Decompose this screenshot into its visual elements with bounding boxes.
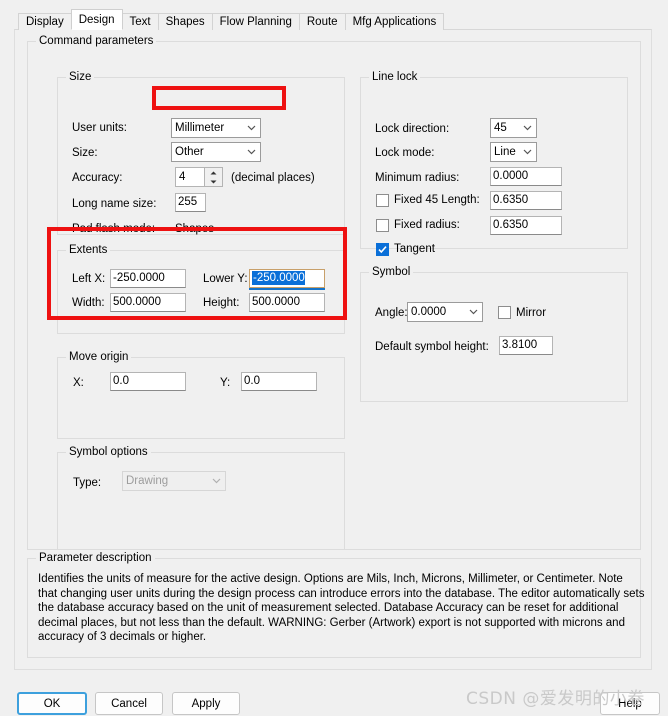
tab-flow-planning[interactable]: Flow Planning [212, 13, 300, 30]
tangent-checkbox[interactable] [376, 243, 389, 256]
tab-route[interactable]: Route [299, 13, 346, 30]
chevron-down-icon [519, 149, 536, 155]
chevron-down-icon [465, 309, 482, 315]
line-lock-group-label: Line lock [369, 71, 420, 83]
lock-mode-combo[interactable]: Line [490, 142, 537, 162]
height-label: Height: [203, 297, 239, 309]
size-label: Size: [72, 147, 98, 159]
lock-mode-value: Line [494, 146, 519, 158]
spinner-up-icon[interactable] [205, 168, 222, 177]
lock-direction-value: 45 [494, 122, 519, 134]
move-origin-group-label: Move origin [66, 351, 131, 363]
chevron-down-icon [243, 125, 260, 131]
tab-design[interactable]: Design [71, 9, 123, 30]
user-units-combo[interactable]: Millimeter [171, 118, 261, 138]
mirror-label: Mirror [516, 307, 546, 319]
size-group-label: Size [66, 71, 94, 83]
symbol-group: Symbol [360, 272, 628, 402]
symbol-type-combo[interactable]: Drawing [122, 471, 226, 491]
tab-text[interactable]: Text [122, 13, 159, 30]
lock-mode-label: Lock mode: [375, 147, 434, 159]
fixed-45-length-input[interactable]: 0.6350 [490, 191, 562, 210]
lock-direction-combo[interactable]: 45 [490, 118, 537, 138]
apply-button[interactable]: Apply [172, 692, 240, 715]
move-origin-y-label: Y: [220, 377, 230, 389]
left-x-input[interactable]: -250.0000 [110, 269, 186, 288]
symbol-options-group: Symbol options [57, 452, 345, 550]
move-origin-x-input[interactable]: 0.0 [110, 372, 186, 391]
pad-flash-mode-label: Pad flash mode: [72, 223, 155, 235]
user-units-label: User units: [72, 122, 127, 134]
fixed-radius-checkbox[interactable] [376, 219, 389, 232]
default-symbol-height-label: Default symbol height: [375, 341, 489, 353]
parameter-description-group: Parameter description Identifies the uni… [27, 558, 641, 658]
lock-direction-label: Lock direction: [375, 123, 449, 135]
pad-flash-mode-value: Shapes [175, 223, 214, 235]
height-input[interactable]: 500.0000 [249, 293, 325, 312]
tab-shapes[interactable]: Shapes [158, 13, 213, 30]
left-x-label: Left X: [72, 273, 105, 285]
long-name-size-label: Long name size: [72, 198, 156, 210]
extents-group: Extents [57, 250, 345, 334]
lower-y-label: Lower Y: [203, 273, 248, 285]
accuracy-spin-buttons[interactable] [205, 167, 223, 187]
default-symbol-height-input[interactable]: 3.8100 [499, 336, 553, 355]
symbol-type-label: Type: [73, 477, 101, 489]
parameter-description-label: Parameter description [36, 552, 155, 564]
fixed-45-length-checkbox[interactable] [376, 194, 389, 207]
ok-button[interactable]: OK [17, 692, 87, 715]
chevron-down-icon [208, 478, 225, 484]
chevron-down-icon [243, 149, 260, 155]
angle-value: 0.0000 [411, 306, 465, 318]
user-units-value: Millimeter [175, 122, 243, 134]
tab-mfg-applications[interactable]: Mfg Applications [345, 13, 445, 30]
size-combo[interactable]: Other [171, 142, 261, 162]
extents-group-label: Extents [66, 244, 110, 256]
spinner-down-icon[interactable] [205, 177, 222, 186]
symbol-options-group-label: Symbol options [66, 446, 151, 458]
accuracy-suffix-label: (decimal places) [231, 172, 315, 184]
lower-y-value: -250.0000 [252, 271, 305, 285]
accuracy-value[interactable]: 4 [175, 167, 205, 187]
long-name-size-input[interactable]: 255 [175, 193, 206, 212]
fixed-radius-label: Fixed radius: [394, 219, 460, 231]
move-origin-x-label: X: [73, 377, 84, 389]
minimum-radius-input[interactable]: 0.0000 [490, 167, 562, 186]
parameter-description-text: Identifies the units of measure for the … [38, 572, 645, 645]
accuracy-label: Accuracy: [72, 172, 123, 184]
minimum-radius-label: Minimum radius: [375, 172, 459, 184]
tab-display[interactable]: Display [18, 13, 72, 30]
symbol-group-label: Symbol [369, 266, 413, 278]
design-tab-panel: Command parameters Size User units: Mill… [14, 29, 652, 670]
accuracy-stepper[interactable]: 4 [175, 167, 223, 187]
width-input[interactable]: 500.0000 [110, 293, 186, 312]
mirror-checkbox[interactable] [498, 306, 511, 319]
angle-label: Angle: [375, 307, 408, 319]
csdn-watermark: CSDN @爱发明的小卷 [466, 684, 645, 709]
move-origin-y-input[interactable]: 0.0 [241, 372, 317, 391]
chevron-down-icon [519, 125, 536, 131]
symbol-type-value: Drawing [126, 475, 208, 487]
command-parameters-label: Command parameters [36, 35, 156, 47]
fixed-radius-input[interactable]: 0.6350 [490, 216, 562, 235]
fixed-45-length-label: Fixed 45 Length: [394, 194, 480, 206]
width-label: Width: [72, 297, 105, 309]
angle-combo[interactable]: 0.0000 [407, 302, 483, 322]
tangent-label: Tangent [394, 243, 435, 255]
tab-strip: Display Design Text Shapes Flow Planning… [18, 9, 443, 30]
cancel-button[interactable]: Cancel [95, 692, 163, 715]
lower-y-input[interactable]: -250.0000 [249, 269, 325, 288]
move-origin-group: Move origin [57, 357, 345, 439]
size-value: Other [175, 146, 243, 158]
